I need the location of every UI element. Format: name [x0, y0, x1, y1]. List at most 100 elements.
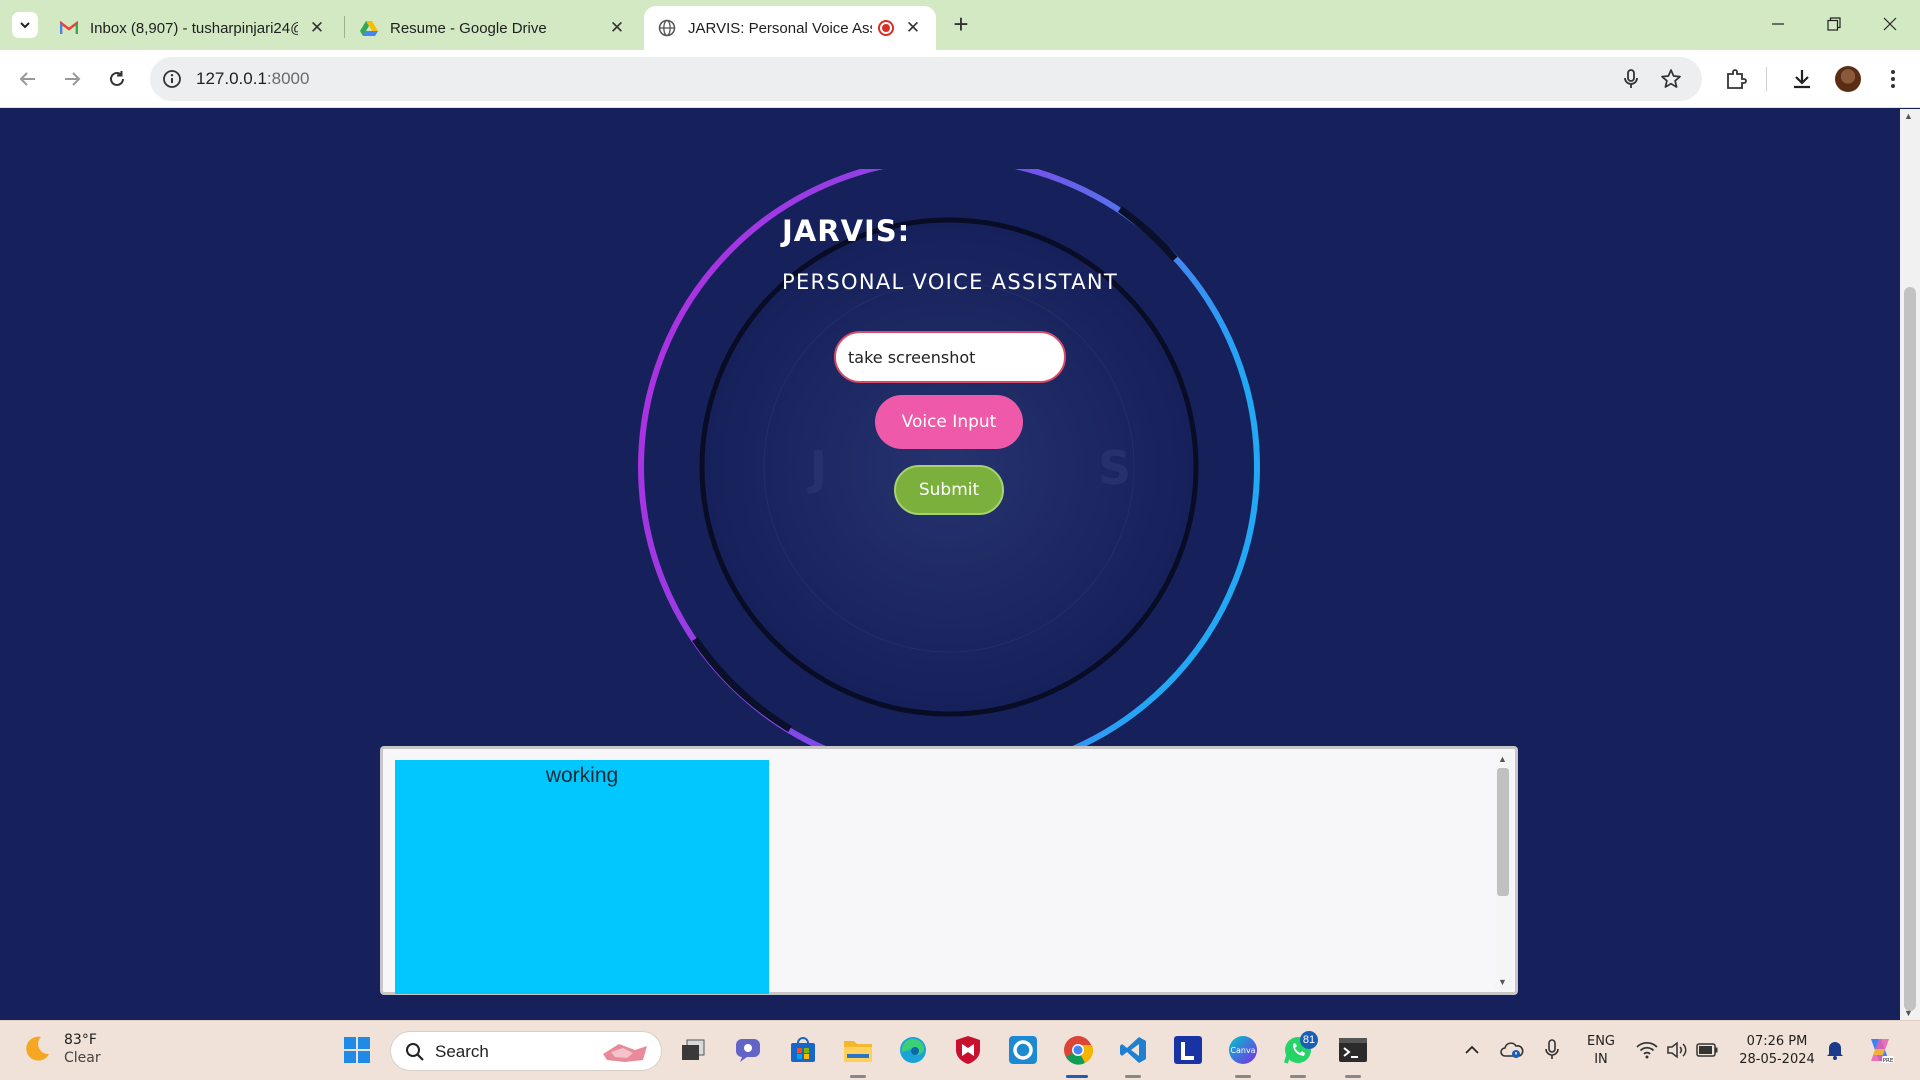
close-tab-icon[interactable]: ✕: [904, 18, 922, 38]
submit-button[interactable]: Submit: [894, 465, 1004, 515]
onedrive-button[interactable]: [1496, 1033, 1528, 1067]
teams-chat-button[interactable]: [731, 1033, 765, 1067]
clock-time: 07:26 PM: [1746, 1034, 1808, 1049]
globe-icon: [658, 19, 676, 37]
extensions-button[interactable]: [1722, 65, 1750, 93]
moon-icon: [26, 1036, 49, 1061]
mic-tray-button[interactable]: [1536, 1033, 1568, 1067]
close-window-button[interactable]: [1862, 0, 1918, 48]
recording-icon: [878, 20, 894, 36]
battery-button[interactable]: [1692, 1033, 1722, 1067]
task-view-button[interactable]: [676, 1033, 710, 1067]
weather-condition: Clear: [64, 1050, 101, 1066]
windows-logo-icon: [344, 1037, 370, 1063]
cloud-icon: [1500, 1042, 1524, 1058]
volume-button[interactable]: [1662, 1033, 1692, 1067]
close-tab-icon[interactable]: ✕: [608, 18, 626, 38]
toolbar-divider: [1766, 67, 1767, 91]
file-explorer-button[interactable]: [841, 1033, 875, 1067]
tab-title: JARVIS: Personal Voice Assis: [688, 19, 872, 37]
bookmark-star-icon[interactable]: [1660, 68, 1682, 90]
scroll-thumb[interactable]: [1904, 287, 1916, 1011]
wifi-button[interactable]: [1632, 1033, 1662, 1067]
minimize-button[interactable]: [1750, 0, 1806, 48]
url-port: :8000: [266, 69, 310, 88]
bell-icon: [1827, 1042, 1843, 1060]
microphone-icon: [1545, 1039, 1559, 1059]
mcafee-button[interactable]: [951, 1033, 985, 1067]
tab-divider: [344, 16, 345, 38]
tab-title: Inbox (8,907) - tusharpinjari24@: [90, 19, 298, 37]
tab-google-drive[interactable]: Resume - Google Drive ✕: [346, 6, 640, 50]
battery-icon: [1696, 1043, 1718, 1057]
weather-temp: 83°F: [64, 1032, 97, 1048]
clock[interactable]: 07:26 PM 28-05-2024: [1732, 1033, 1822, 1069]
cortana-button[interactable]: [1006, 1033, 1040, 1067]
show-hidden-icons-button[interactable]: [1456, 1033, 1488, 1067]
more-vert-icon: [1891, 70, 1895, 88]
command-input[interactable]: [834, 331, 1066, 383]
taskbar-search[interactable]: Search: [390, 1031, 662, 1071]
svg-text:PRE: PRE: [1883, 1058, 1894, 1064]
terminal-button[interactable]: [1336, 1033, 1370, 1067]
vscode-icon: [1120, 1037, 1146, 1063]
task-view-icon: [682, 1039, 705, 1060]
weather-text: 83°F Clear: [64, 1031, 101, 1067]
restore-button[interactable]: [1806, 0, 1862, 48]
chat-icon: [736, 1039, 760, 1062]
clock-date: 28-05-2024: [1739, 1052, 1815, 1067]
scroll-up-icon[interactable]: ▲: [1498, 754, 1507, 764]
edge-button[interactable]: [896, 1033, 930, 1067]
new-tab-button[interactable]: +: [946, 10, 976, 40]
close-icon: [1883, 17, 1897, 31]
scroll-up-icon[interactable]: ▲: [1904, 111, 1913, 121]
scroll-down-icon[interactable]: ▼: [1904, 1008, 1913, 1018]
close-tab-icon[interactable]: ✕: [308, 18, 326, 38]
tab-gmail[interactable]: Inbox (8,907) - tusharpinjari24@ ✕: [46, 6, 340, 50]
page-scrollbar[interactable]: ▲ ▼: [1900, 109, 1920, 1020]
vscode-button[interactable]: [1116, 1033, 1150, 1067]
scroll-thumb[interactable]: [1497, 768, 1509, 896]
copilot-button[interactable]: PRE: [1862, 1033, 1898, 1067]
back-button[interactable]: [10, 61, 46, 97]
notification-badge: 81: [1300, 1031, 1318, 1049]
output-scrollbar[interactable]: ▲ ▼: [1494, 752, 1512, 989]
scroll-down-icon[interactable]: ▼: [1498, 977, 1507, 987]
running-indicator: [1290, 1075, 1306, 1078]
chevron-down-icon: [20, 22, 30, 29]
language-indicator[interactable]: ENG IN: [1578, 1033, 1624, 1069]
running-indicator: [1125, 1075, 1141, 1078]
chrome-menu-button[interactable]: [1879, 65, 1907, 93]
minimize-icon: [1772, 23, 1784, 25]
chrome-button[interactable]: [1061, 1033, 1095, 1067]
tab-search-button[interactable]: [12, 12, 38, 38]
start-button[interactable]: [340, 1033, 374, 1067]
canva-button[interactable]: Canva: [1226, 1033, 1260, 1067]
terminal-icon: [1339, 1038, 1367, 1062]
search-icon: [406, 1043, 424, 1061]
notifications-button[interactable]: [1820, 1033, 1850, 1067]
wifi-icon: [1636, 1041, 1658, 1059]
downloads-button[interactable]: [1788, 65, 1816, 93]
restore-icon: [1827, 17, 1841, 31]
weather-widget[interactable]: 83°F Clear: [22, 1031, 101, 1067]
microsoft-store-button[interactable]: [786, 1033, 820, 1067]
search-label: Search: [435, 1042, 489, 1061]
lenovo-app-button[interactable]: [1171, 1033, 1205, 1067]
profile-avatar[interactable]: [1835, 66, 1861, 92]
language-region: IN: [1594, 1052, 1608, 1067]
forward-button[interactable]: [54, 61, 90, 97]
reload-button[interactable]: [99, 61, 135, 97]
cortana-icon: [1009, 1036, 1037, 1064]
site-info-icon[interactable]: [162, 69, 182, 89]
voice-input-button[interactable]: Voice Input: [875, 395, 1023, 449]
search-highlight-icon: [603, 1044, 647, 1062]
tab-jarvis[interactable]: JARVIS: Personal Voice Assis ✕: [644, 6, 936, 50]
tab-title: Resume - Google Drive: [390, 19, 547, 37]
address-bar[interactable]: 127.0.0.1:8000: [150, 57, 1702, 101]
browser-toolbar: 127.0.0.1:8000: [0, 50, 1920, 108]
speaker-icon: [1667, 1041, 1687, 1059]
url-text: 127.0.0.1:8000: [196, 69, 309, 89]
microphone-icon[interactable]: [1620, 68, 1642, 90]
copilot-icon: PRE: [1871, 1039, 1894, 1064]
